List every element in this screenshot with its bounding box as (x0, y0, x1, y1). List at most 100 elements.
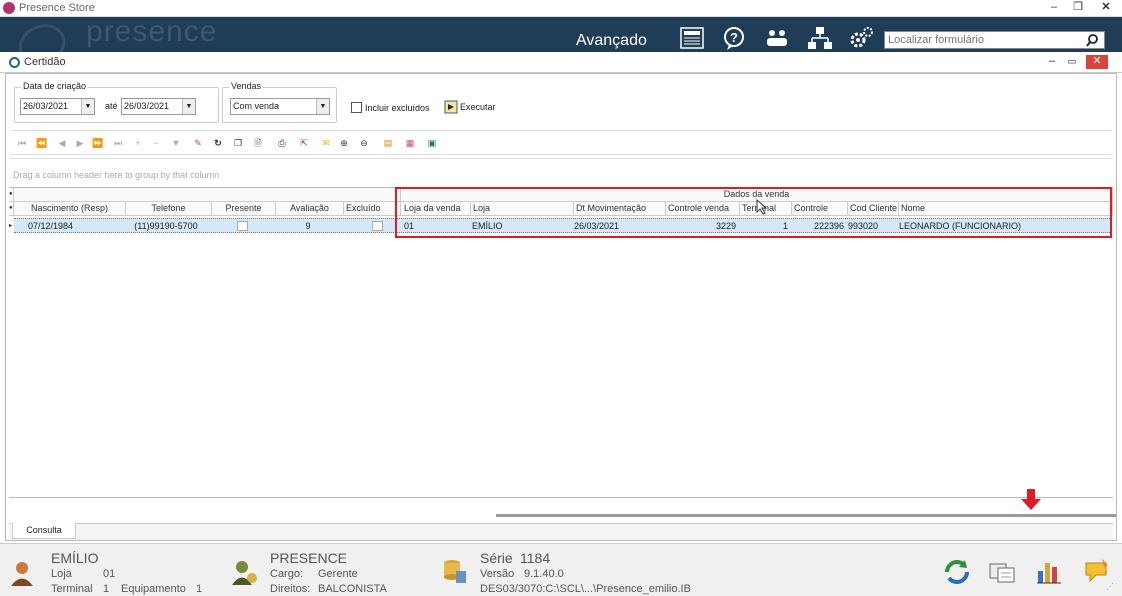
zoom-out-icon[interactable]: ⊖ (357, 137, 371, 150)
vendas-select[interactable]: Com venda ▼ (230, 98, 330, 115)
user-name: EMÍLIO (51, 550, 99, 566)
app-title: Presence Store (19, 2, 95, 14)
help-icon[interactable]: ? (720, 25, 748, 51)
form-body: Data de criação 26/03/2021 ▼ até 26/03/2… (5, 73, 1117, 541)
equipment-label: Equipamento (121, 583, 186, 595)
company-name: PRESENCE (270, 550, 348, 566)
settings-icon[interactable] (847, 25, 875, 51)
close-button[interactable]: ✕ (1096, 0, 1116, 17)
company-icon (232, 561, 257, 585)
messages-icon[interactable] (988, 558, 1016, 586)
col-excluido[interactable]: Excluído (344, 202, 401, 216)
next-record-icon[interactable]: ▶ (73, 137, 87, 150)
loja-value: 01 (103, 568, 116, 580)
form-search-input[interactable] (885, 32, 1080, 48)
row-pointer-icon: ▸ (9, 223, 13, 229)
vendas-dropdown-icon[interactable]: ▼ (316, 99, 329, 114)
date-from-dropdown-icon[interactable]: ▼ (81, 99, 94, 114)
resize-grip-icon[interactable]: ⋰ (1106, 582, 1114, 591)
serie-value: 1184 (520, 550, 551, 566)
export-icon[interactable]: ⇱ (297, 137, 311, 150)
col-presente[interactable]: Presente (212, 202, 276, 216)
tab-strip: Consulta (9, 523, 1113, 540)
equipment-value: 1 (196, 583, 203, 595)
serie-label: Série (480, 550, 513, 566)
bar-chart-icon[interactable] (1035, 557, 1063, 585)
mouse-cursor-icon (756, 199, 768, 215)
cell-presente-checkbox[interactable] (237, 221, 248, 231)
red-arrow-down-icon (1021, 489, 1041, 510)
layout-icon[interactable]: ▦ (403, 137, 417, 150)
versao-label: Versão (480, 568, 515, 580)
execute-icon[interactable] (444, 100, 458, 114)
terminal-value: 1 (103, 583, 110, 595)
search-icon[interactable] (1086, 34, 1099, 47)
last-record-icon[interactable]: ⏭ (111, 137, 125, 150)
col-avaliacao[interactable]: Avaliação (276, 202, 344, 216)
grid-toolbar: ⏮ ⏪ ◀ ▶ ⏩ ⏭ + − ▼ ✎ ↻ ❐ 🗎 ⎙ ⇱ ✉ ⊕ ⊖ ▤ ▦ … (11, 130, 1111, 155)
next-page-icon[interactable]: ⏩ (91, 137, 105, 150)
versao-value: 9.1.40.0 (524, 568, 564, 580)
database-icon (444, 560, 466, 583)
cell-nascimento[interactable]: 07/12/1984 (28, 219, 118, 233)
sync-icon[interactable] (943, 558, 971, 586)
edit-icon[interactable]: ✎ (191, 137, 205, 150)
users-icon[interactable] (763, 25, 791, 51)
delete-record-icon[interactable]: − (149, 137, 163, 150)
news-icon[interactable] (678, 25, 706, 51)
mode-label[interactable]: Avançado (576, 32, 647, 50)
horizontal-scrollbar[interactable] (9, 497, 1116, 519)
date-to-dropdown-icon[interactable]: ▼ (182, 99, 195, 114)
status-bar: EMÍLIO Loja 01 Terminal 1 Equipamento 1 … (0, 543, 1122, 596)
include-deleted-label: Incluir excluídos (365, 103, 430, 113)
zoom-in-icon[interactable]: ⊕ (337, 137, 351, 150)
form-search[interactable] (884, 31, 1105, 49)
band-empty (14, 188, 401, 202)
form-maximize-button[interactable]: ▭ (1064, 56, 1080, 68)
restore-button[interactable]: ❐ (1070, 0, 1086, 17)
presence-logo-text: presence (86, 15, 218, 48)
filter-icon[interactable]: ▼ (169, 137, 183, 150)
refresh-icon[interactable]: ↻ (211, 137, 225, 150)
notes-icon[interactable] (1082, 557, 1110, 585)
date-from-picker[interactable]: 26/03/2021 ▼ (20, 98, 95, 115)
print-icon[interactable]: ⎙ (275, 137, 289, 150)
col-nascimento[interactable]: Nascimento (Resp) (14, 202, 126, 216)
tab-consulta[interactable]: Consulta (12, 523, 76, 539)
mail-icon[interactable]: ✉ (319, 137, 333, 150)
network-icon[interactable] (806, 25, 834, 51)
insert-record-icon[interactable]: + (131, 137, 145, 150)
highlight-box (395, 187, 1112, 238)
main-banner: presence Avançado ? (0, 15, 1122, 74)
note-icon[interactable]: ▤ (381, 137, 395, 150)
execute-button[interactable]: Executar (460, 102, 496, 112)
date-to-picker[interactable]: 26/03/2021 ▼ (121, 98, 196, 115)
cell-avaliacao[interactable]: 9 (274, 219, 342, 233)
vendas-value: Com venda (233, 101, 280, 111)
vendas-filter-group: Vendas Com venda ▼ (222, 81, 337, 123)
save-layout-icon[interactable]: ▣ (425, 137, 439, 150)
date-filter-group: Data de criação 26/03/2021 ▼ até 26/03/2… (14, 81, 219, 123)
form-close-button[interactable]: ✕ (1086, 55, 1108, 69)
database-path: DES03/3070:C:\SCL\...\Presence_emilio.IB (480, 583, 691, 595)
form-titlebar: Certidão – ▭ ✕ (0, 52, 1122, 73)
prev-page-icon[interactable]: ⏪ (35, 137, 49, 150)
user-icon (11, 562, 33, 586)
col-telefone[interactable]: Telefone (126, 202, 212, 216)
direitos-value: BALCONISTA (318, 583, 387, 595)
form-minimize-button[interactable]: – (1044, 56, 1060, 68)
include-deleted-checkbox[interactable] (351, 102, 362, 113)
date-separator: até (105, 101, 118, 111)
first-record-icon[interactable]: ⏮ (15, 137, 29, 150)
direitos-label: Direitos: (270, 583, 311, 595)
prev-record-icon[interactable]: ◀ (55, 137, 69, 150)
minimize-button[interactable]: – (1046, 0, 1062, 17)
cell-telefone[interactable]: (11)99190-5700 (122, 219, 210, 233)
app-icon (3, 2, 15, 14)
group-by-hint[interactable]: Drag a column header here to group by th… (9, 158, 1113, 188)
copy-icon[interactable]: ❐ (231, 137, 245, 150)
cell-excluido-checkbox[interactable] (372, 221, 383, 231)
svg-text:?: ? (730, 30, 738, 45)
horizontal-scroll-thumb[interactable] (496, 514, 1116, 517)
print-preview-icon[interactable]: 🗎 (251, 137, 265, 150)
